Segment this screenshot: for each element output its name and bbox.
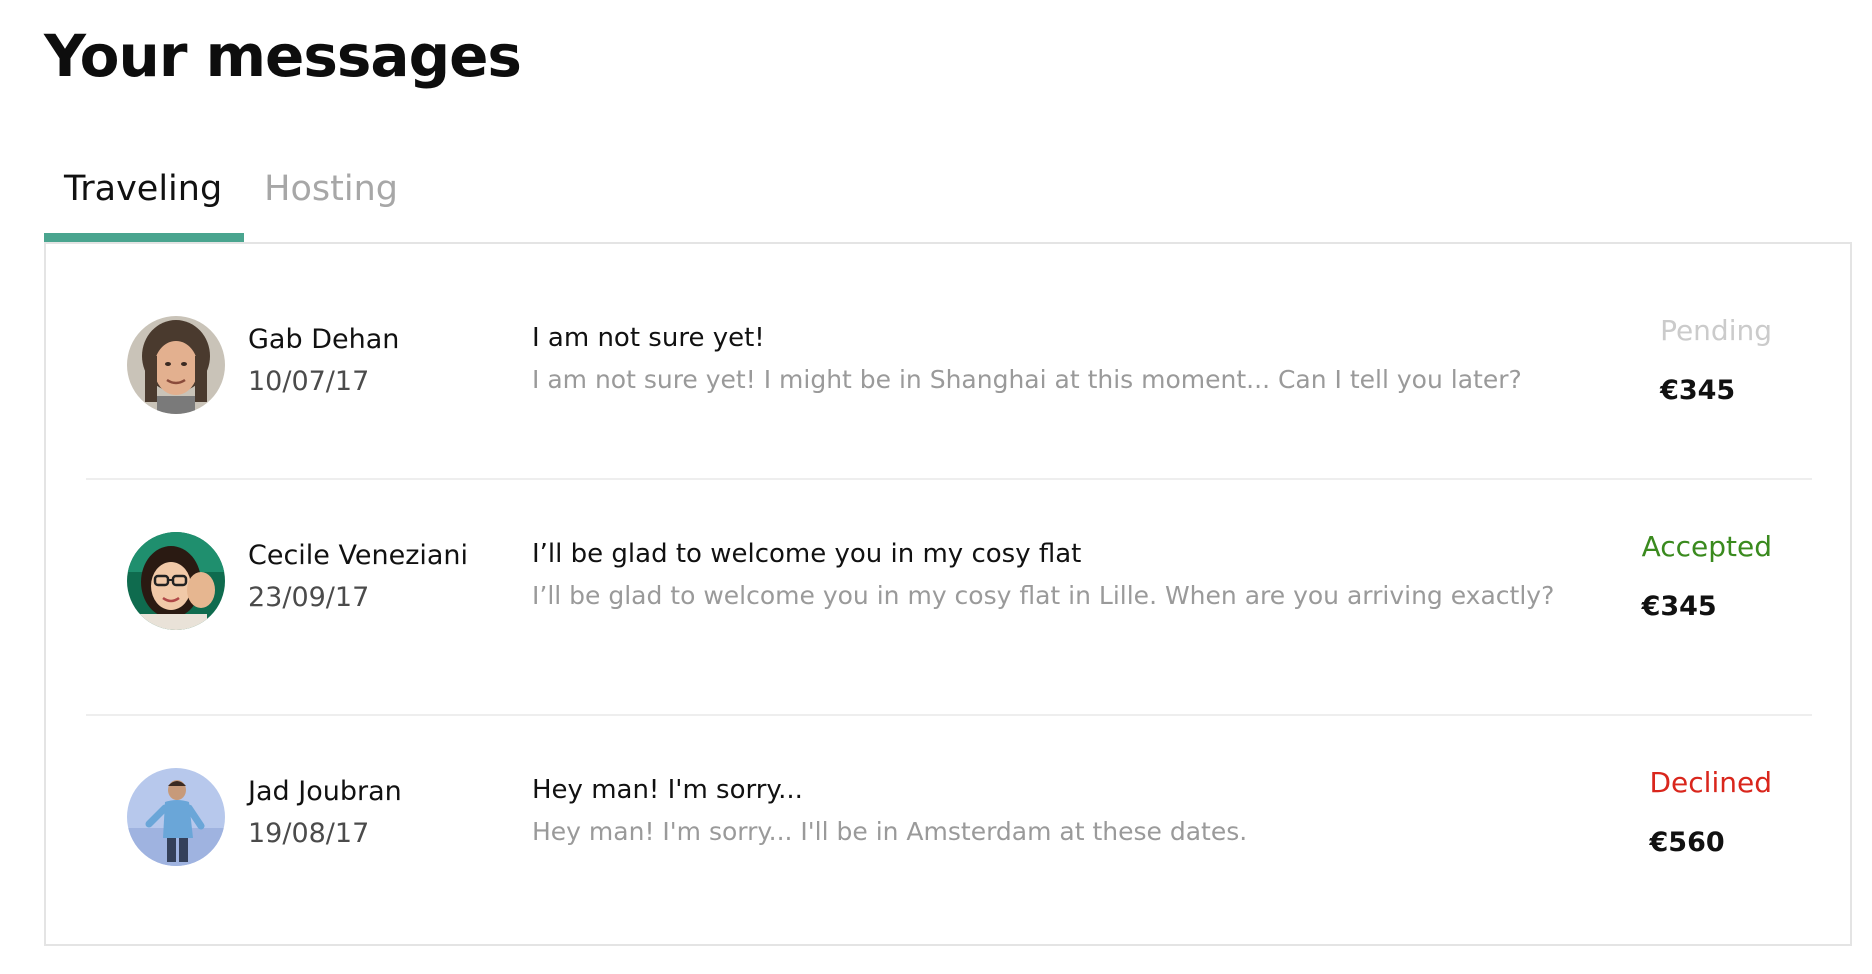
active-tab-indicator: [44, 233, 245, 242]
booking-meta: Pending €345: [1660, 314, 1772, 408]
status-badge: Declined: [1649, 766, 1773, 799]
message-date: 23/09/17: [248, 582, 370, 613]
sender-name: Cecile Veneziani: [248, 540, 469, 571]
message-subject: Hey man! I'm sorry...: [532, 775, 803, 805]
tab-traveling[interactable]: Traveling: [44, 150, 245, 242]
message-preview: I’ll be glad to welcome you in my cosy f…: [532, 581, 1555, 610]
booking-price: €345: [1641, 591, 1717, 622]
tab-traveling-label: Traveling: [64, 169, 223, 209]
sender-name: Gab Dehan: [248, 324, 400, 355]
tab-hosting-label: Hosting: [264, 169, 398, 209]
message-preview: I am not sure yet! I might be in Shangha…: [532, 365, 1522, 394]
message-date: 10/07/17: [248, 366, 370, 397]
message-content: Hey man! I'm sorry... Hey man! I'm sorry…: [532, 773, 1247, 849]
message-content: I am not sure yet! I am not sure yet! I …: [532, 321, 1522, 397]
sender-info: Gab Dehan 10/07/17: [248, 323, 399, 399]
sender-name: Jad Joubran: [248, 776, 402, 807]
avatar[interactable]: [127, 768, 225, 866]
avatar[interactable]: [127, 316, 225, 414]
message-thread-jad-joubran[interactable]: Jad Joubran 19/08/17 Hey man! I'm sorry.…: [86, 716, 1812, 951]
message-date: 19/08/17: [248, 818, 370, 849]
page-title: Your messages: [44, 22, 522, 90]
status-badge: Accepted: [1641, 530, 1772, 563]
sender-info: Cecile Veneziani 23/09/17: [248, 539, 468, 615]
status-badge: Pending: [1660, 314, 1772, 347]
avatar-photo-icon: [127, 768, 225, 866]
avatar[interactable]: [127, 532, 225, 630]
booking-price: €345: [1660, 375, 1736, 406]
message-thread-cecile-veneziani[interactable]: Cecile Veneziani 23/09/17 I’ll be glad t…: [86, 480, 1812, 715]
message-thread-gab-dehan[interactable]: Gab Dehan 10/07/17 I am not sure yet! I …: [86, 244, 1812, 479]
message-list: Gab Dehan 10/07/17 I am not sure yet! I …: [44, 242, 1852, 946]
booking-price: €560: [1649, 827, 1725, 858]
avatar-photo-icon: [127, 532, 225, 630]
avatar-photo-icon: [127, 316, 225, 414]
message-subject: I’ll be glad to welcome you in my cosy f…: [532, 539, 1082, 569]
message-content: I’ll be glad to welcome you in my cosy f…: [532, 537, 1554, 613]
booking-meta: Accepted €345: [1642, 530, 1772, 624]
sender-info: Jad Joubran 19/08/17: [248, 775, 402, 851]
tab-bar: Traveling Hosting: [44, 150, 420, 242]
booking-meta: Declined €560: [1650, 766, 1773, 860]
message-subject: I am not sure yet!: [532, 323, 765, 353]
message-preview: Hey man! I'm sorry... I'll be in Amsterd…: [532, 817, 1248, 846]
tab-hosting[interactable]: Hosting: [244, 150, 420, 242]
